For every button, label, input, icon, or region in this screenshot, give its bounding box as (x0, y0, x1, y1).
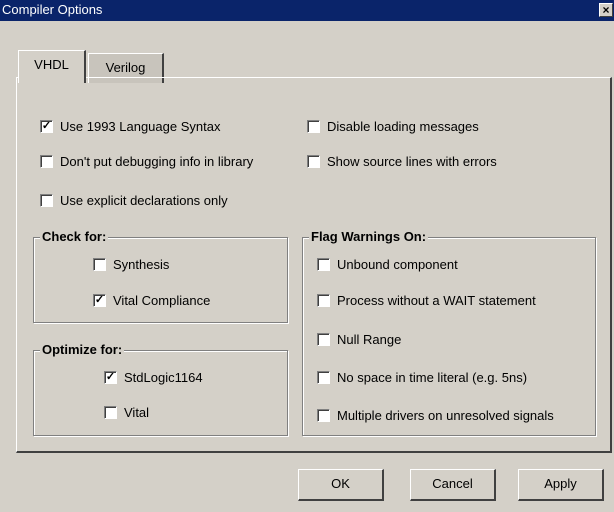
cancel-button[interactable]: Cancel (410, 469, 496, 501)
tab-verilog-label: Verilog (105, 60, 146, 75)
process-without-wait-box[interactable] (317, 294, 330, 307)
optimize-for-group: Optimize for: (33, 341, 288, 436)
stdlogic1164-box[interactable]: ✓ (104, 371, 117, 384)
check-for-title: Check for: (40, 228, 109, 246)
tab-vhdl[interactable]: VHDL (18, 50, 86, 83)
show-source-lines-label: Show source lines with errors (327, 154, 497, 169)
vital-compliance-box[interactable]: ✓ (93, 294, 106, 307)
window-title: Compiler Options (2, 2, 103, 17)
disable-loading-label: Disable loading messages (327, 119, 479, 134)
multiple-drivers-box[interactable] (317, 409, 330, 422)
cancel-button-label: Cancel (432, 476, 473, 491)
process-without-wait-label: Process without a WAIT statement (337, 293, 536, 308)
close-icon[interactable]: × (599, 3, 613, 17)
synthesis-label: Synthesis (113, 257, 170, 272)
unbound-component-label: Unbound component (337, 257, 458, 272)
explicit-declarations-label: Use explicit declarations only (60, 193, 228, 208)
apply-button-label: Apply (544, 476, 577, 491)
null-range-box[interactable] (317, 333, 330, 346)
ok-button-label: OK (331, 476, 350, 491)
ok-button[interactable]: OK (298, 469, 384, 501)
use-1993-box[interactable]: ✓ (40, 120, 53, 133)
explicit-declarations-box[interactable] (40, 194, 53, 207)
optimize-for-title: Optimize for: (40, 341, 125, 359)
unbound-component-box[interactable] (317, 258, 330, 271)
tab-vhdl-label: VHDL (34, 57, 69, 72)
title-bar: Compiler Options × (0, 0, 614, 21)
vital-box[interactable] (104, 406, 117, 419)
multiple-drivers-label: Multiple drivers on unresolved signals (337, 408, 554, 423)
use-1993-label: Use 1993 Language Syntax (60, 119, 221, 134)
flag-warnings-title: Flag Warnings On: (309, 228, 429, 246)
show-source-lines-box[interactable] (307, 155, 320, 168)
apply-button[interactable]: Apply (518, 469, 604, 501)
no-space-time-literal-label: No space in time literal (e.g. 5ns) (337, 370, 528, 385)
disable-loading-box[interactable] (307, 120, 320, 133)
no-space-time-literal-box[interactable] (317, 371, 330, 384)
no-debug-info-label: Don't put debugging info in library (60, 154, 254, 169)
stdlogic1164-label: StdLogic1164 (124, 370, 203, 385)
no-debug-info-box[interactable] (40, 155, 53, 168)
synthesis-box[interactable] (93, 258, 106, 271)
vital-compliance-label: Vital Compliance (113, 293, 211, 308)
null-range-label: Null Range (337, 332, 402, 347)
vital-label: Vital (124, 405, 150, 420)
